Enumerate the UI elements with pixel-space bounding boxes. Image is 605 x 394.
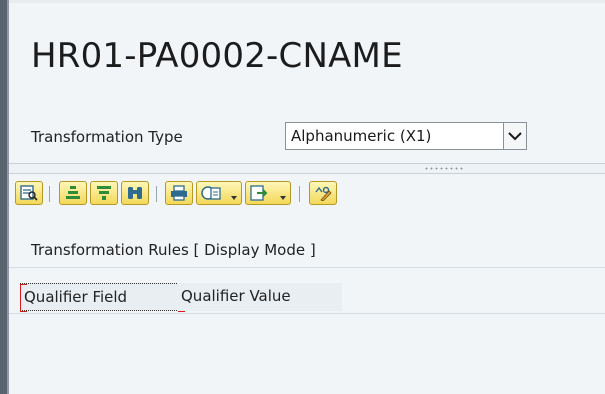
find-icon bbox=[128, 187, 142, 199]
sort-ascending-button[interactable] bbox=[59, 181, 87, 205]
find-button[interactable] bbox=[121, 181, 149, 205]
views-icon bbox=[201, 186, 221, 200]
page-title: HR01-PA0002-CNAME bbox=[31, 36, 403, 76]
dropdown-arrow-icon[interactable] bbox=[231, 196, 237, 200]
views-button[interactable] bbox=[196, 181, 242, 205]
export-button[interactable] bbox=[245, 181, 291, 205]
alv-toolbar bbox=[9, 176, 605, 210]
transformation-type-select[interactable]: Alphanumeric (X1) bbox=[285, 122, 527, 150]
dropdown-arrow-icon[interactable] bbox=[280, 196, 286, 200]
sort-ascending-icon bbox=[66, 186, 80, 199]
chevron-down-icon[interactable] bbox=[503, 123, 526, 149]
filter-button[interactable] bbox=[90, 181, 118, 205]
column-header-qualifier-field[interactable]: Qualifier Field bbox=[20, 283, 185, 312]
print-icon bbox=[171, 185, 187, 201]
transformation-type-value: Alphanumeric (X1) bbox=[291, 127, 432, 145]
toolbar-separator bbox=[299, 186, 300, 202]
splitter-grip-icon[interactable] bbox=[424, 167, 464, 170]
toolbar-separator bbox=[49, 186, 50, 202]
filter-icon bbox=[97, 186, 111, 200]
left-window-edge bbox=[0, 0, 9, 394]
details-icon bbox=[20, 185, 38, 201]
display-change-icon bbox=[315, 186, 332, 201]
export-icon bbox=[250, 185, 268, 201]
table-header-row: Qualifier Field Qualifier Value bbox=[9, 279, 605, 314]
section-title: Transformation Rules [ Display Mode ] bbox=[31, 241, 316, 259]
print-button[interactable] bbox=[165, 181, 193, 205]
section-header: Transformation Rules [ Display Mode ] bbox=[9, 231, 605, 268]
column-header-qualifier-value[interactable]: Qualifier Value bbox=[178, 283, 342, 311]
splitter-bar[interactable] bbox=[9, 163, 605, 174]
display-change-button[interactable] bbox=[309, 181, 337, 205]
transformation-type-label: Transformation Type bbox=[31, 128, 183, 146]
toolbar-separator bbox=[156, 186, 157, 202]
details-button[interactable] bbox=[15, 181, 43, 205]
